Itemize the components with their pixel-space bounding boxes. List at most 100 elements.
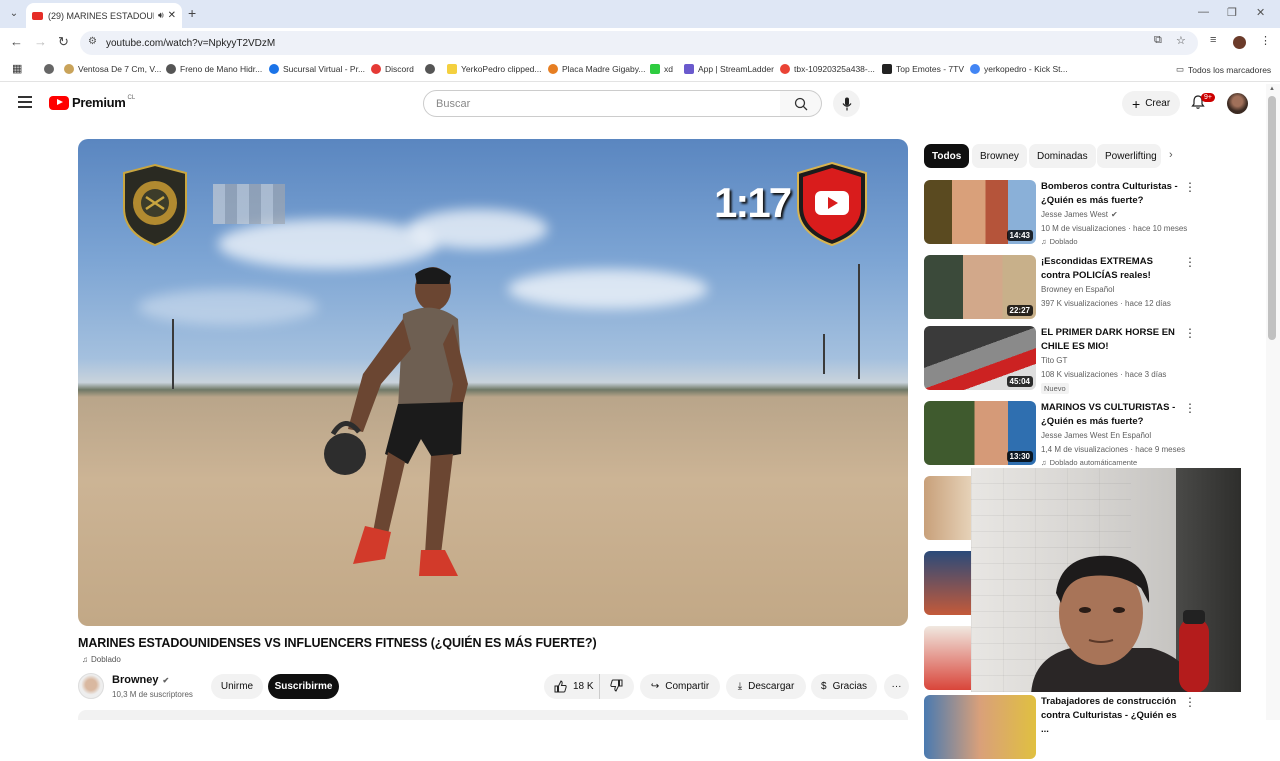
- video-thumbnail[interactable]: [924, 626, 971, 690]
- chip-todos[interactable]: Todos: [924, 144, 970, 168]
- search-button[interactable]: [780, 90, 822, 117]
- video-thumbnail[interactable]: 45:04: [924, 326, 1036, 390]
- account-avatar[interactable]: [1227, 93, 1248, 114]
- recommended-video[interactable]: 45:04 EL PRIMER DARK HORSE EN CHILE ES M…: [924, 326, 1254, 394]
- more-vertical-icon[interactable]: ⋮: [1184, 181, 1196, 193]
- thanks-button[interactable]: $ Gracias: [811, 674, 877, 699]
- bookmark-globe-icon[interactable]: [44, 64, 58, 74]
- forward-icon[interactable]: →: [34, 34, 47, 49]
- share-button[interactable]: ↪ Compartir: [640, 674, 720, 699]
- bookmark-item[interactable]: Placa Madre Gigaby...: [548, 64, 645, 74]
- translate-icon: ♫: [1041, 237, 1047, 246]
- recommended-title[interactable]: ¡Escondidas EXTREMAS contra POLICÍAS rea…: [1041, 255, 1179, 283]
- media-control-icon[interactable]: ≡: [1210, 34, 1216, 46]
- plus-icon: +: [1132, 95, 1141, 112]
- create-button[interactable]: + Crear: [1122, 91, 1181, 116]
- like-button[interactable]: 18 K: [544, 674, 600, 699]
- more-vertical-icon[interactable]: ⋮: [1184, 696, 1196, 708]
- new-tab-button[interactable]: +: [188, 5, 196, 21]
- recommended-channel[interactable]: Jesse James West ✔: [1041, 210, 1118, 219]
- bookmark-globe-icon[interactable]: [425, 64, 439, 74]
- duration-badge: 22:27: [1006, 305, 1033, 316]
- tab-search-icon[interactable]: ⌄: [6, 6, 22, 22]
- bookmark-item[interactable]: Freno de Mano Hidr...: [166, 64, 262, 74]
- bookmark-item[interactable]: tbx-10920325a438-...: [780, 64, 875, 74]
- channel-avatar[interactable]: [78, 673, 104, 699]
- youtube-premium-logo[interactable]: Premium CL: [49, 95, 135, 110]
- more-vertical-icon[interactable]: ⋮: [1184, 327, 1196, 339]
- auto-dubbed-badge: ♫ Doblado automáticamente: [1041, 458, 1138, 467]
- bookmark-item[interactable]: App | StreamLadder: [684, 64, 774, 74]
- bookmark-item[interactable]: Ventosa De 7 Cm, V...: [64, 64, 161, 74]
- site-info-icon[interactable]: ⚙: [88, 36, 97, 47]
- chip-powerlifting[interactable]: Powerlifting: [1097, 144, 1161, 168]
- bookmarks-bar: ▦ Ventosa De 7 Cm, V... Freno de Mano Hi…: [0, 58, 1280, 82]
- browser-menu-icon[interactable]: ⋮: [1260, 34, 1271, 47]
- microphone-icon: [842, 97, 851, 110]
- video-thumbnail[interactable]: 22:27: [924, 255, 1036, 319]
- bookmark-item[interactable]: yerkopedro - Kick St...: [970, 64, 1068, 74]
- video-thumbnail[interactable]: [924, 476, 971, 540]
- recommended-channel[interactable]: Tito GT: [1041, 356, 1067, 365]
- speaker-icon[interactable]: 🔊︎: [158, 10, 164, 21]
- chevron-right-icon[interactable]: ›: [1169, 149, 1173, 161]
- subscribe-button[interactable]: Suscribirme: [268, 674, 339, 699]
- bookmark-star-icon[interactable]: ☆: [1176, 34, 1186, 47]
- bookmark-item[interactable]: Discord: [371, 64, 414, 74]
- reload-icon[interactable]: ↻: [58, 34, 69, 50]
- channel-name[interactable]: Browney ✔: [112, 674, 169, 686]
- recommended-channel[interactable]: Jesse James West En Español: [1041, 431, 1151, 440]
- download-button[interactable]: ⤓ Descargar: [726, 674, 806, 699]
- recommended-title[interactable]: EL PRIMER DARK HORSE EN CHILE ES MIO!: [1041, 326, 1179, 354]
- verified-icon: ✔: [162, 675, 170, 685]
- chip-browney[interactable]: Browney: [972, 144, 1027, 168]
- video-player[interactable]: 1:17: [78, 139, 908, 626]
- profile-avatar[interactable]: [1233, 36, 1246, 49]
- more-vertical-icon[interactable]: ⋮: [1184, 256, 1196, 268]
- search-input[interactable]: Buscar: [423, 90, 781, 117]
- install-app-icon[interactable]: ⧉: [1154, 34, 1162, 47]
- apps-grid-icon[interactable]: ▦: [12, 62, 22, 75]
- video-thumbnail[interactable]: [924, 551, 971, 615]
- recommended-title[interactable]: Bomberos contra Culturistas - ¿Quién es …: [1041, 180, 1179, 208]
- video-thumbnail[interactable]: 14:43: [924, 180, 1036, 244]
- address-bar[interactable]: ⚙ youtube.com/watch?v=NpkyyT2VDzM: [80, 31, 1198, 55]
- bookmark-item[interactable]: xd: [650, 64, 673, 74]
- recommended-channel[interactable]: Browney en Español: [1041, 285, 1114, 294]
- video-thumbnail[interactable]: 13:30: [924, 401, 1036, 465]
- more-vertical-icon[interactable]: ⋮: [1184, 402, 1196, 414]
- bookmark-item[interactable]: Top Emotes - 7TV: [882, 64, 964, 74]
- video-thumbnail[interactable]: [924, 695, 1036, 759]
- voice-search-button[interactable]: [833, 90, 860, 117]
- dislike-button[interactable]: [600, 679, 623, 695]
- recommended-title[interactable]: Trabajadores de construcción contra Cult…: [1041, 695, 1179, 737]
- menu-hamburger-icon[interactable]: [18, 96, 32, 111]
- recommended-video[interactable]: Trabajadores de construcción contra Cult…: [924, 695, 1254, 761]
- page-scrollbar-thumb[interactable]: [1268, 96, 1276, 340]
- notification-count-badge: 9+: [1201, 93, 1215, 102]
- back-icon[interactable]: ←: [10, 34, 23, 49]
- recommended-title[interactable]: MARINOS VS CULTURISTAS - ¿Quién es más f…: [1041, 401, 1179, 429]
- new-badge: Nuevo: [1041, 383, 1069, 394]
- duration-badge: 14:43: [1006, 230, 1033, 241]
- window-close-icon[interactable]: ✕: [1256, 6, 1265, 19]
- all-bookmarks-folder[interactable]: ▭ Todos los marcadores: [1176, 64, 1271, 75]
- restore-icon[interactable]: ❐: [1227, 6, 1237, 19]
- minimize-icon[interactable]: —: [1198, 6, 1209, 18]
- scroll-up-arrow-icon[interactable]: ▲: [1269, 86, 1275, 92]
- subscriber-count: 10,3 M de suscriptores: [112, 690, 193, 699]
- chip-dominadas[interactable]: Dominadas: [1029, 144, 1096, 168]
- recommended-video[interactable]: 14:43 Bomberos contra Culturistas - ¿Qui…: [924, 180, 1254, 246]
- more-actions-button[interactable]: ···: [884, 674, 909, 699]
- recommended-video[interactable]: 22:27 ¡Escondidas EXTREMAS contra POLICÍ…: [924, 255, 1254, 321]
- bookmark-item[interactable]: YerkoPedro clipped...: [447, 64, 542, 74]
- description-box[interactable]: [78, 710, 908, 720]
- close-tab-icon[interactable]: ✕: [168, 10, 176, 21]
- join-button[interactable]: Unirme: [211, 674, 263, 699]
- usmc-emblem-icon: [123, 163, 187, 247]
- bookmark-item[interactable]: Sucursal Virtual - Pr...: [269, 64, 365, 74]
- browser-tab-active[interactable]: (29) MARINES ESTADOUNIDE 🔊︎ ✕: [26, 3, 182, 28]
- youtube-play-icon: [49, 95, 69, 110]
- share-icon: ↪: [650, 681, 660, 692]
- recommended-video[interactable]: 13:30 MARINOS VS CULTURISTAS - ¿Quién es…: [924, 401, 1254, 467]
